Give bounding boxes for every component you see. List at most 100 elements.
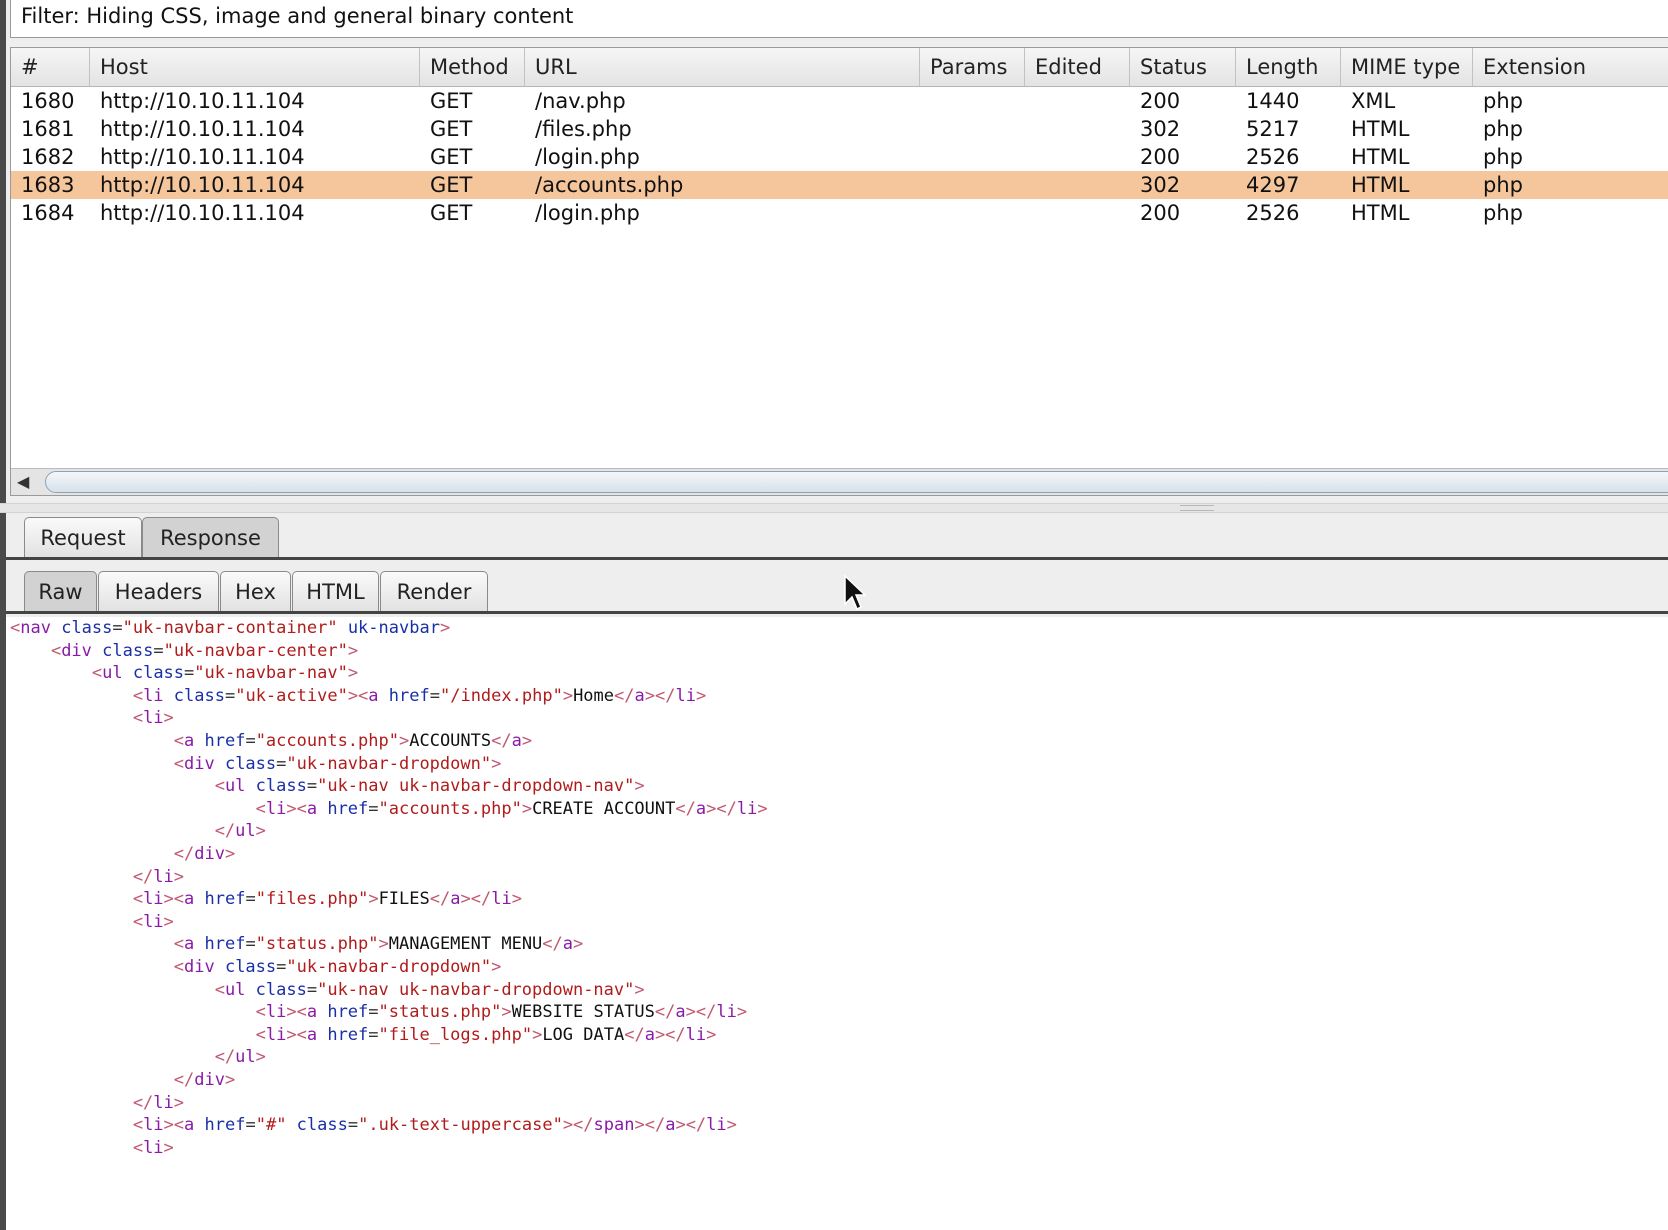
code-line: <div class="uk-navbar-center">	[10, 640, 358, 662]
tab-html[interactable]: HTML	[292, 571, 379, 611]
horizontal-scrollbar[interactable]: ◀	[11, 468, 1668, 495]
code-token: ></	[634, 1115, 666, 1136]
code-token: >	[163, 708, 174, 729]
code-token: li	[143, 1137, 164, 1158]
code-token: class	[91, 640, 154, 661]
table-row[interactable]: 1683 http://10.10.11.104 GET/accounts.php 3…	[11, 171, 1668, 199]
column-header-url[interactable]: URL	[525, 48, 920, 86]
code-token: href	[194, 889, 246, 910]
column-header-edited[interactable]: Edited	[1025, 48, 1130, 86]
row-extension: php	[1483, 201, 1523, 225]
code-token: li	[143, 685, 164, 706]
code-token: =	[347, 1115, 359, 1136]
code-token: href	[194, 1115, 246, 1136]
row-number: 1683	[21, 173, 75, 197]
code-token: =	[276, 957, 287, 977]
table-header: # Host Method URL Params Edited Status L…	[11, 48, 1668, 87]
code-token: <	[10, 957, 184, 977]
code-token: li	[153, 1092, 174, 1113]
proxy-history-table[interactable]: # Host Method URL Params Edited Status L…	[10, 47, 1668, 496]
tab-request[interactable]: Request	[24, 517, 142, 557]
triangle-left-icon[interactable]: ◀	[17, 472, 29, 491]
code-token: =	[245, 934, 256, 955]
row-status: 200	[1140, 201, 1181, 225]
tab-render[interactable]: Render	[380, 571, 488, 611]
code-token: >	[521, 798, 533, 819]
column-header-status[interactable]: Status	[1130, 48, 1236, 86]
tab-strip-underline	[6, 557, 1668, 560]
row-number: 1681	[21, 117, 75, 141]
tab-hex[interactable]: Hex	[220, 571, 291, 611]
code-token: a	[368, 685, 379, 706]
row-length: 5217	[1246, 117, 1300, 141]
code-token: ></	[706, 798, 737, 819]
code-token: li	[153, 866, 174, 887]
tab-raw[interactable]: Raw	[24, 571, 97, 611]
code-token: =	[245, 1115, 256, 1136]
code-token: ><	[286, 1024, 307, 1045]
code-token: >	[562, 685, 574, 706]
code-token: =	[429, 685, 440, 706]
row-method: GET	[430, 89, 473, 113]
table-row[interactable]: 1681 http://10.10.11.104 GET/files.php 302 5…	[11, 115, 1668, 143]
code-token: li	[143, 708, 164, 729]
table-row[interactable]: 1684 http://10.10.11.104 GET/login.php 200 2…	[11, 199, 1668, 227]
code-token: >	[347, 640, 359, 661]
code-token: ul	[235, 821, 256, 842]
column-header-number[interactable]: #	[11, 48, 90, 86]
code-token: a	[695, 798, 707, 819]
code-line: <li><a href="status.php">WEBSITE STATUS<…	[10, 1001, 747, 1023]
tab-response[interactable]: Response	[142, 517, 279, 557]
code-token: >	[501, 1002, 512, 1023]
code-token: ul	[224, 979, 246, 1000]
code-token: </	[10, 1070, 195, 1090]
code-token: >	[224, 844, 236, 864]
row-status: 302	[1140, 173, 1181, 197]
code-token: =	[224, 685, 236, 706]
code-line: <ul class="uk-navbar-nav">	[10, 662, 358, 684]
row-mime: HTML	[1351, 201, 1410, 225]
row-mime: HTML	[1351, 117, 1410, 141]
row-number: 1680	[21, 89, 75, 113]
code-token: href	[317, 1024, 369, 1045]
row-extension: php	[1483, 145, 1523, 169]
table-row[interactable]: 1680 http://10.10.11.104 GET/nav.php 200 144…	[11, 87, 1668, 115]
split-pane-divider[interactable]	[0, 503, 1668, 513]
column-header-method[interactable]: Method	[420, 48, 525, 86]
code-token: </	[10, 866, 154, 887]
code-line: <li>	[10, 911, 174, 933]
code-token: WEBSITE STATUS	[511, 1002, 655, 1023]
code-token: <	[10, 798, 266, 819]
column-header-length[interactable]: Length	[1236, 48, 1341, 86]
code-token: ></	[675, 1115, 707, 1136]
divider-grip[interactable]	[1180, 505, 1214, 511]
code-token: MANAGEMENT MENU	[388, 934, 543, 955]
column-header-mime-type[interactable]: MIME type	[1341, 48, 1473, 86]
code-token: "accounts.php"	[255, 731, 399, 751]
row-host: http://10.10.11.104	[100, 117, 305, 141]
filter-bar[interactable]: Filter: Hiding CSS, image and general bi…	[10, 0, 1668, 38]
table-row[interactable]: 1682 http://10.10.11.104 GET/login.php 200 2…	[11, 143, 1668, 171]
code-token: class	[122, 663, 185, 684]
code-line: <div class="uk-navbar-dropdown">	[10, 956, 502, 978]
code-token: href	[194, 731, 246, 751]
code-token: href	[194, 934, 246, 955]
code-token: >	[532, 1024, 543, 1045]
column-header-params[interactable]: Params	[920, 48, 1025, 86]
code-token: =	[276, 753, 287, 774]
row-method: GET	[430, 117, 473, 141]
scrollbar-thumb[interactable]	[45, 471, 1668, 493]
code-token: ></	[562, 1115, 594, 1136]
code-token: "uk-navbar-dropdown"	[286, 753, 492, 774]
code-token: >	[511, 889, 522, 910]
code-token: li	[706, 1115, 727, 1136]
code-token: </	[10, 1092, 154, 1113]
tab-headers[interactable]: Headers	[98, 571, 219, 611]
code-token: =	[368, 1002, 379, 1023]
raw-response-editor[interactable]: <nav class="uk-navbar-container" uk-navb…	[6, 617, 1668, 1230]
code-token: >	[736, 1002, 748, 1023]
code-token: "files.php"	[255, 889, 369, 910]
column-header-extension[interactable]: Extension	[1473, 48, 1668, 86]
column-header-host[interactable]: Host	[90, 48, 420, 86]
code-token: ".uk-text-uppercase"	[358, 1115, 563, 1136]
